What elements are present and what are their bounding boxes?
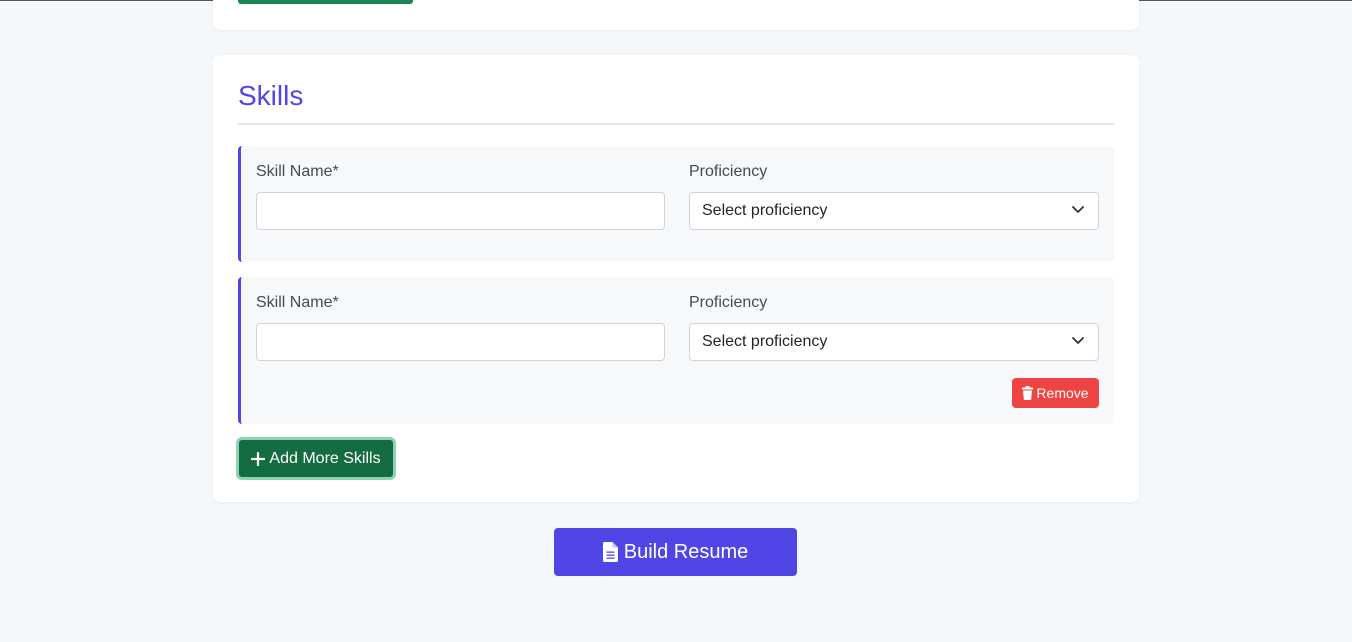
- add-skill-label: Add More Skills: [269, 449, 381, 467]
- plus-icon: [251, 451, 266, 466]
- previous-section-card: [213, 0, 1139, 30]
- skill-name-label: Skill Name*: [256, 294, 339, 311]
- skill-entry: Skill Name* Proficiency Select proficien…: [238, 277, 1114, 424]
- previous-section-button-edge[interactable]: [238, 0, 413, 4]
- build-resume-label: Build Resume: [623, 540, 749, 563]
- proficiency-selected-value: Select proficiency: [702, 333, 828, 350]
- proficiency-label: Proficiency: [689, 163, 768, 180]
- skill-name-label: Skill Name*: [256, 163, 339, 180]
- proficiency-select[interactable]: Select proficiency: [689, 192, 1099, 230]
- proficiency-label: Proficiency: [689, 294, 768, 311]
- skills-section-card: Skills Skill Name* Proficiency Select pr…: [213, 55, 1139, 502]
- proficiency-selected-value: Select proficiency: [702, 202, 828, 219]
- add-skill-button-body: Add More Skills: [239, 440, 393, 477]
- section-title: Skills: [238, 80, 304, 111]
- skill-name-input[interactable]: [256, 192, 665, 230]
- chevron-down-icon: [1072, 206, 1084, 213]
- skill-name-input[interactable]: [256, 323, 665, 361]
- trash-icon: [1022, 386, 1034, 400]
- add-skill-button[interactable]: Add More Skills: [236, 437, 396, 480]
- skill-entry: Skill Name* Proficiency Select proficien…: [238, 146, 1114, 262]
- title-divider: [238, 123, 1114, 125]
- build-resume-button[interactable]: Build Resume: [554, 528, 797, 576]
- remove-label: Remove: [1036, 385, 1089, 401]
- file-text-icon: [602, 542, 618, 562]
- proficiency-select[interactable]: Select proficiency: [689, 323, 1099, 361]
- chevron-down-icon: [1072, 337, 1084, 344]
- remove-skill-button[interactable]: Remove: [1012, 378, 1099, 408]
